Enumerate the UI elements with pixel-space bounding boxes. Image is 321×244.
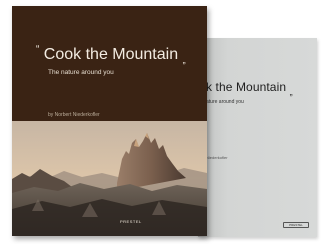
back-book-subtitle: ature around you <box>206 99 244 105</box>
back-book-author: Niederkofler <box>206 155 228 160</box>
front-book-subtitle: The nature around you <box>48 69 114 76</box>
back-book-close-quote: „ <box>289 87 293 97</box>
mountain-photo <box>12 121 207 236</box>
front-book-title: “ Cook the Mountain „ <box>36 44 186 65</box>
front-book-publisher-logo: PRESTEL <box>120 219 142 224</box>
front-book-cover: “ Cook the Mountain „ The nature around … <box>12 6 207 236</box>
front-book-title-text: Cook the Mountain <box>43 46 179 63</box>
back-book-publisher-logo: PRESTEL <box>283 222 309 228</box>
front-book-author: by Norbert Niederkofler <box>48 112 100 118</box>
back-book-cover: k the Mountain „ ature around you Nieder… <box>198 38 317 237</box>
front-book-open-quote: “ <box>36 44 40 55</box>
front-book-close-quote: „ <box>182 55 186 65</box>
back-book-title: k the Mountain „ <box>206 80 293 97</box>
